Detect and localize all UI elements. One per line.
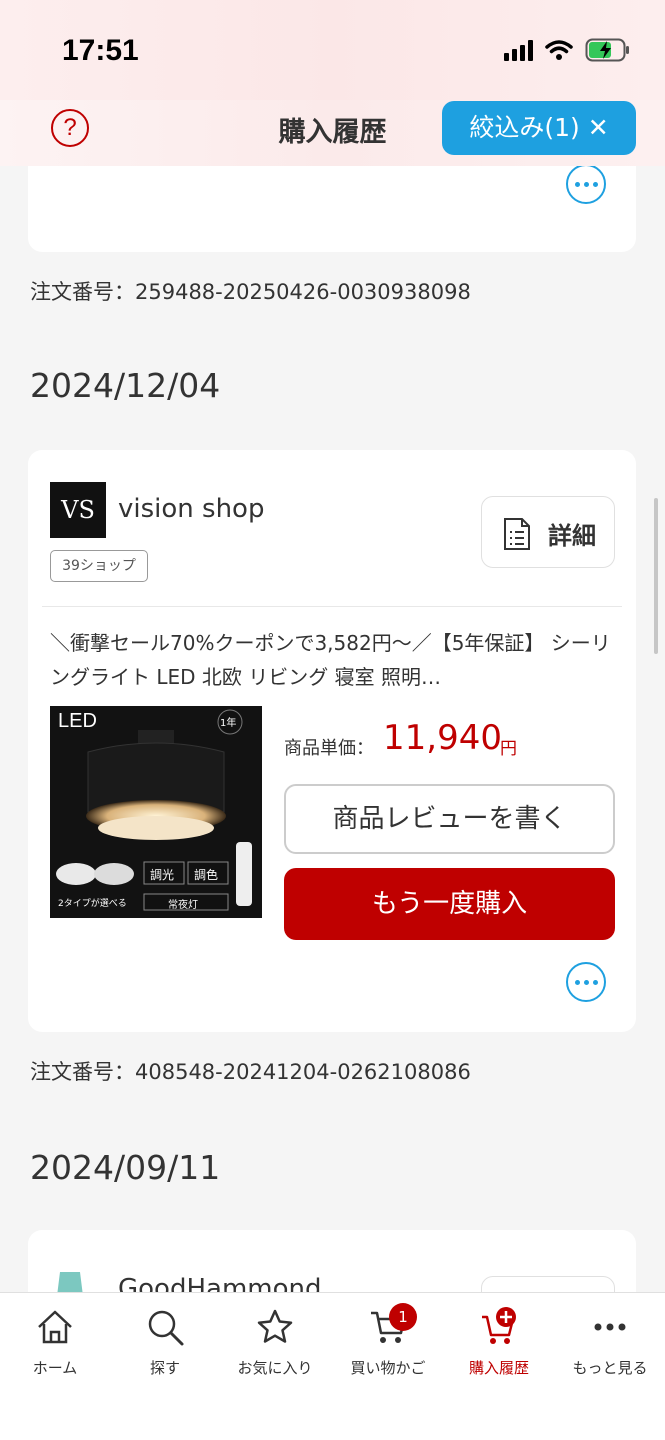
signal-icon	[504, 39, 533, 61]
shop-name[interactable]: vision shop	[118, 494, 264, 524]
shop-name[interactable]: GoodHammond	[118, 1274, 322, 1292]
image-badge-text: 1年	[220, 718, 237, 729]
detail-button[interactable]	[481, 1276, 615, 1292]
product-title[interactable]: ＼衝撃セール70%クーポンで3,582円～／【5年保証】 シーリングライト LE…	[50, 626, 620, 694]
order-date: 2024/09/11	[30, 1148, 221, 1187]
status-time: 17:51	[62, 34, 139, 67]
image-nightlight-text: 常夜灯	[168, 900, 198, 911]
image-color-text: 調色	[194, 868, 219, 882]
buy-again-button[interactable]: もう一度購入	[284, 868, 615, 940]
price-value: 11,940	[383, 718, 502, 758]
nav-purchase-history[interactable]: 購入履歴	[444, 1293, 554, 1393]
status-icons	[504, 38, 631, 62]
shop-logo-icon[interactable]	[50, 1268, 90, 1292]
image-dimming-text: 調光	[150, 868, 175, 882]
cart-badge: 1	[389, 1303, 417, 1331]
nav-home[interactable]: ホーム	[0, 1293, 110, 1393]
more-options-icon[interactable]	[566, 962, 606, 1002]
nav-label: もっと見る	[572, 1359, 648, 1377]
document-icon	[504, 518, 530, 550]
nav-label: 購入履歴	[468, 1359, 529, 1377]
star-icon	[257, 1309, 293, 1343]
cart-plus-icon	[482, 1307, 516, 1344]
detail-label: 詳細	[548, 522, 596, 550]
order-card	[28, 166, 636, 252]
nav-label: お気に入り	[237, 1359, 313, 1377]
nav-label: ホーム	[32, 1359, 78, 1377]
shop-tag: 39ショップ	[50, 550, 148, 582]
price-unit: 円	[500, 739, 517, 759]
order-list[interactable]: 注文番号：259488-20250426-0030938098 2024/12/…	[0, 166, 665, 1292]
order-date: 2024/12/04	[30, 366, 221, 405]
home-icon	[38, 1310, 72, 1344]
ceiling-light-image	[50, 706, 262, 918]
more-icon	[594, 1323, 626, 1331]
product-image[interactable]: LED 1年 調光 調色 常夜灯 2タイプが選べる	[50, 706, 262, 918]
shop-logo[interactable]: VS	[50, 482, 106, 538]
bottom-nav: ホーム 探す お気に入り 買い物かご 1 購入履歴 もっと見る	[0, 1292, 665, 1440]
write-review-button[interactable]: 商品レビューを書く	[284, 784, 615, 854]
nav-favorites[interactable]: お気に入り	[220, 1293, 330, 1393]
order-card: VS vision shop 39ショップ 詳細 ＼衝撃セール70%クーポンで3…	[28, 450, 636, 1032]
search-icon	[148, 1310, 184, 1346]
price-label: 商品単価：	[284, 738, 374, 759]
nav-label: 買い物かご	[350, 1359, 426, 1377]
nav-cart[interactable]: 買い物かご	[333, 1293, 443, 1393]
nav-search[interactable]: 探す	[110, 1293, 220, 1393]
nav-more[interactable]: もっと見る	[555, 1293, 665, 1393]
divider	[42, 606, 622, 607]
status-bar: 17:51	[0, 0, 665, 100]
wifi-icon	[545, 40, 573, 60]
battery-icon	[585, 38, 629, 62]
filter-button[interactable]: 絞込み(1) ✕	[442, 101, 636, 155]
filter-label: 絞込み(1)	[469, 113, 580, 142]
order-number: 注文番号：408548-20241204-0262108086	[30, 1060, 471, 1084]
close-icon[interactable]: ✕	[588, 113, 609, 142]
image-led-text: LED	[58, 710, 97, 732]
order-card: GoodHammond	[28, 1230, 636, 1292]
more-options-icon[interactable]	[566, 166, 606, 204]
nav-label: 探す	[149, 1359, 180, 1377]
detail-button[interactable]: 詳細	[481, 496, 615, 568]
header: ? 購入履歴 絞込み(1) ✕	[0, 100, 665, 166]
image-types-text: 2タイプが選べる	[58, 899, 127, 909]
order-number: 注文番号：259488-20250426-0030938098	[30, 280, 471, 304]
scrollbar[interactable]	[654, 498, 658, 654]
